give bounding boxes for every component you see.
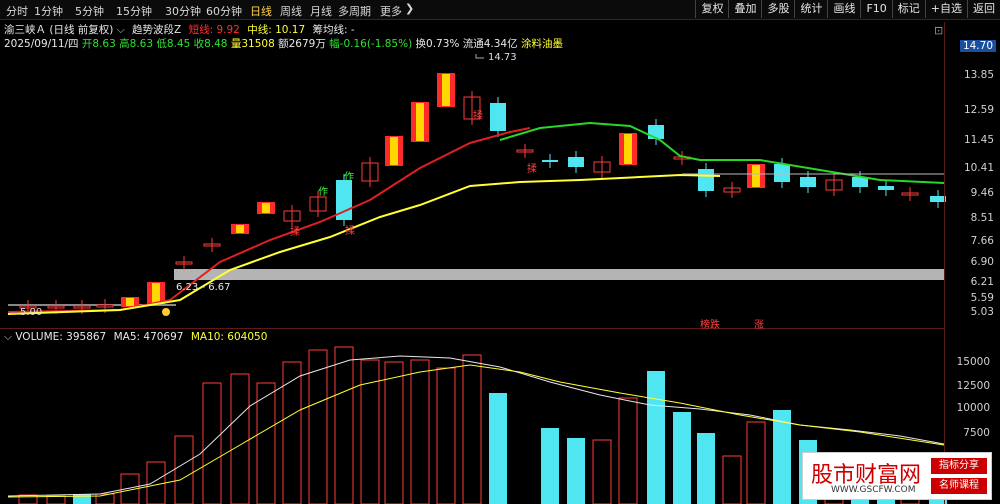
watermark: 股市财富网 WWW.GSCFW.COM 指标分享 名师课程 — [802, 452, 992, 500]
kline-chart — [7, 54, 947, 504]
vol-tick: 10000 — [956, 402, 990, 414]
mid-trend-line — [7, 173, 721, 315]
price-tick: 9.46 — [970, 187, 994, 199]
vol-tick: 15000 — [956, 356, 990, 368]
price-tick: 5.59 — [970, 292, 994, 304]
vol-tick: 12500 — [956, 380, 990, 392]
candle-body-highlight — [624, 134, 632, 164]
volume-bar-up — [230, 373, 250, 504]
volume-bar-up — [592, 439, 612, 504]
price-tick: 12.59 — [963, 104, 994, 116]
price-tick: 11.45 — [963, 134, 994, 146]
volume-bar-down — [697, 433, 715, 504]
candle-body-highlight — [126, 298, 134, 306]
volume-bar-up — [722, 455, 742, 504]
volume-bar-up — [174, 435, 194, 504]
price-tick: 6.21 — [970, 276, 994, 288]
candle-body-highlight — [152, 283, 160, 303]
vol-tick: 7500 — [963, 427, 990, 439]
volume-bar-up — [334, 346, 354, 504]
volume-bar-down — [673, 412, 691, 504]
price-tick: 10.41 — [963, 162, 994, 174]
candle-body-highlight — [416, 103, 424, 141]
volume-bar-up — [46, 495, 66, 504]
sell-signal-4: 揉 — [527, 164, 537, 175]
watermark-url: WWW.GSCFW.COM — [831, 485, 916, 495]
candle-body-highlight — [752, 165, 760, 187]
volume-bar-down — [73, 494, 91, 504]
chip-range-band — [174, 269, 944, 280]
volume-bar-down — [541, 428, 559, 504]
volume-header: ⌵ VOLUME: 395867 MA5: 470697 MA10: 60405… — [4, 331, 267, 344]
buy-signal-1: 作 — [318, 187, 328, 198]
volume-bar-down — [773, 410, 791, 504]
chevron-down-icon[interactable]: ⌵ — [4, 331, 12, 343]
candle-body-highlight — [236, 225, 244, 233]
money-icon — [162, 308, 170, 316]
volume-bar-up — [308, 349, 328, 504]
candle-body-highlight — [262, 203, 270, 213]
sell-signal-1: 揉 — [290, 227, 300, 238]
volume-bar-up — [618, 397, 638, 504]
price-tick-current: 14.70 — [959, 40, 996, 52]
high-price-label: 14.73 — [488, 52, 517, 63]
volume-bar-up — [146, 461, 166, 504]
volume-bar-down — [647, 371, 665, 504]
candle-body-highlight — [390, 137, 398, 165]
watermark-tag-share: 指标分享 — [931, 458, 987, 474]
price-tick: 6.90 — [970, 256, 994, 268]
limit-up-tag[interactable]: 涨 — [754, 316, 764, 331]
low-price-label: 5.00 — [20, 307, 43, 318]
volume-bar-up — [746, 421, 766, 504]
volume-bar-up — [202, 382, 222, 504]
price-tick: 7.66 — [970, 235, 994, 247]
candle-body-highlight — [442, 74, 450, 106]
price-tick: 13.85 — [963, 69, 994, 81]
volume-bar-up — [410, 359, 430, 504]
short-trend-line — [7, 127, 531, 313]
volume-value: VOLUME: 395867 — [15, 331, 107, 343]
volume-bar-up — [256, 382, 276, 504]
price-tick: 5.03 — [970, 306, 994, 318]
volume-bar-down — [567, 438, 585, 504]
volume-bar-up — [462, 354, 482, 504]
vol-ma10-value: MA10: 604050 — [190, 331, 268, 343]
axis-divider — [944, 22, 945, 504]
sell-signal-2: 揉 — [345, 226, 355, 237]
volume-bar-down — [489, 393, 507, 504]
panel-separator — [0, 328, 944, 329]
volume-bar-up — [436, 367, 456, 504]
watermark-tag-course: 名师课程 — [931, 478, 987, 494]
volume-bar-up — [384, 361, 404, 504]
buy-signal-2: 作 — [344, 172, 354, 183]
high-pointer — [475, 54, 484, 59]
volume-bar-up — [282, 361, 302, 504]
limit-down-tag[interactable]: 榜跌 — [700, 316, 720, 331]
price-tick: 8.51 — [970, 212, 994, 224]
sell-signal-3: 揉 — [473, 111, 483, 122]
vol-ma5-value: MA5: 470697 — [113, 331, 184, 343]
chip-range-label: 6.23 - 6.67 — [176, 282, 231, 293]
